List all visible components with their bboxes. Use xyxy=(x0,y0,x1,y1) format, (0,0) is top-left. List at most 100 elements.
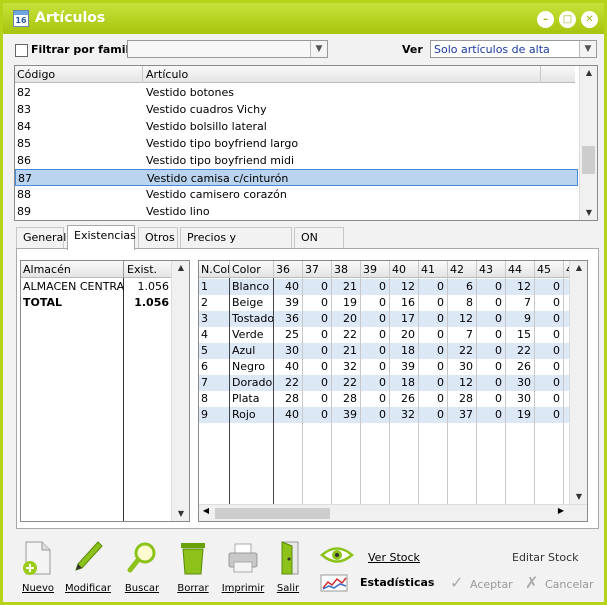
warehouse-vertical-scrollbar[interactable]: ▲ ▼ xyxy=(171,261,189,521)
table-row[interactable]: 1Blanco400210120601200 xyxy=(199,279,571,295)
stock-vertical-scrollbar[interactable]: ▲ ▼ xyxy=(569,261,587,504)
column-header-45[interactable]: 45 xyxy=(537,263,551,276)
chevron-down-icon[interactable]: ▼ xyxy=(579,41,596,57)
tab-otros[interactable]: Otros xyxy=(138,227,178,249)
stock-by-size-table[interactable]: N.ColColor36373839404142434445461Blanco4… xyxy=(198,260,588,522)
close-button[interactable]: ✕ xyxy=(581,11,598,28)
column-header-codigo[interactable]: Código xyxy=(17,68,55,81)
scroll-right-icon[interactable]: ▶ xyxy=(554,506,568,515)
table-row[interactable]: 4Verde250220200701500 xyxy=(199,327,571,343)
column-header-38[interactable]: 38 xyxy=(334,263,348,276)
borrar-button[interactable]: Borrar xyxy=(169,536,217,602)
table-row[interactable]: 82 Vestido botones xyxy=(15,84,578,101)
tab-existencias[interactable]: Existencias xyxy=(67,225,136,250)
table-row[interactable]: 2Beige39019016080700 xyxy=(199,295,571,311)
column-header-ncol[interactable]: N.Col xyxy=(201,263,230,276)
table-row[interactable]: 84 Vestido bolsillo lateral xyxy=(15,118,578,135)
chart-icon[interactable] xyxy=(320,574,348,592)
family-select[interactable]: ▼ xyxy=(127,40,328,58)
table-row[interactable]: 8Plata2802802602803000 xyxy=(199,391,571,407)
column-header-almacen[interactable]: Almacén xyxy=(23,263,71,276)
size-stock-cell: 0 xyxy=(495,360,502,373)
article-code: 86 xyxy=(17,154,31,167)
warehouse-table[interactable]: Almacén Exist. ALMACEN CENTRA 1.056 TOTAL 1… xyxy=(20,260,190,522)
view-select[interactable]: Solo artículos de alta ▼ xyxy=(430,40,597,58)
stock-table-header: N.ColColor3637383940414243444546 xyxy=(199,261,571,278)
column-header-37[interactable]: 37 xyxy=(305,263,319,276)
table-row[interactable]: 86 Vestido tipo boyfriend midi xyxy=(15,152,578,169)
table-row[interactable]: 5Azul3002101802202200 xyxy=(199,343,571,359)
stock-horizontal-scrollbar[interactable]: ◀ ▶ xyxy=(199,504,587,521)
nuevo-button[interactable]: Nuevo xyxy=(14,536,62,602)
estadisticas-link[interactable]: Estadísticas xyxy=(360,576,434,589)
table-row[interactable]: 89 Vestido lino xyxy=(15,203,578,220)
color-number: 7 xyxy=(201,376,208,389)
articles-vertical-scrollbar[interactable]: ▲ ▼ xyxy=(579,66,597,220)
column-header-articulo[interactable]: Artículo xyxy=(146,68,188,81)
table-row[interactable]: 7Dorado2202201801203000 xyxy=(199,375,571,391)
table-row[interactable]: 3Tostado360200170120900 xyxy=(199,311,571,327)
tab-online[interactable]: ON LINE xyxy=(294,227,344,264)
size-stock-cell: 39 xyxy=(285,296,299,309)
column-header-44[interactable]: 44 xyxy=(508,263,522,276)
table-row[interactable]: 87 Vestido camisa c/cinturón xyxy=(15,169,578,186)
buscar-button[interactable]: Buscar xyxy=(118,536,166,602)
scroll-up-icon[interactable]: ▲ xyxy=(580,66,598,80)
color-number: 6 xyxy=(201,360,208,373)
scroll-up-icon[interactable]: ▲ xyxy=(570,261,587,275)
table-row[interactable]: 83 Vestido cuadros Vichy xyxy=(15,101,578,118)
size-stock-cell: 21 xyxy=(343,344,357,357)
size-stock-cell: 37 xyxy=(459,408,473,421)
minimize-button[interactable]: – xyxy=(537,11,554,28)
size-stock-cell: 40 xyxy=(285,280,299,293)
scroll-down-icon[interactable]: ▼ xyxy=(172,507,190,521)
table-row[interactable]: TOTAL 1.056 xyxy=(21,295,171,311)
table-row[interactable]: 6Negro4003203903002600 xyxy=(199,359,571,375)
column-header-43[interactable]: 43 xyxy=(479,263,493,276)
filter-family-label: Filtrar por familia xyxy=(31,43,141,56)
column-header-41[interactable]: 41 xyxy=(421,263,435,276)
horizontal-scroll-thumb[interactable] xyxy=(215,508,330,519)
size-stock-cell: 32 xyxy=(343,360,357,373)
filter-family-checkbox[interactable] xyxy=(15,44,28,57)
column-header-color[interactable]: Color xyxy=(232,263,261,276)
column-header-36[interactable]: 36 xyxy=(276,263,290,276)
scroll-up-icon[interactable]: ▲ xyxy=(172,261,190,275)
size-stock-cell: 0 xyxy=(379,360,386,373)
tab-general[interactable]: General xyxy=(16,227,66,249)
scroll-down-icon[interactable]: ▼ xyxy=(570,490,587,504)
chevron-down-icon[interactable]: ▼ xyxy=(310,41,327,57)
size-stock-cell: 28 xyxy=(459,392,473,405)
ver-stock-link[interactable]: Ver Stock xyxy=(368,551,420,564)
scroll-left-icon[interactable]: ◀ xyxy=(199,506,213,515)
scroll-thumb[interactable] xyxy=(582,146,595,174)
eye-icon[interactable] xyxy=(320,544,354,566)
color-name: Verde xyxy=(232,328,264,341)
size-stock-cell: 20 xyxy=(343,312,357,325)
article-name: Vestido cuadros Vichy xyxy=(146,103,267,116)
salir-button[interactable]: Salir xyxy=(264,536,312,602)
title-bar[interactable]: 16 Artículos – □ ✕ xyxy=(3,3,604,34)
tab-precios-ubicacion[interactable]: Precios y ubicación xyxy=(180,227,292,264)
view-select-value: Solo artículos de alta xyxy=(434,43,550,56)
table-row[interactable]: 9Rojo4003903203701900 xyxy=(199,407,571,423)
size-stock-cell: 0 xyxy=(321,344,328,357)
scroll-down-icon[interactable]: ▼ xyxy=(580,206,598,220)
size-stock-cell: 0 xyxy=(321,392,328,405)
column-header-40[interactable]: 40 xyxy=(392,263,406,276)
editar-stock-link[interactable]: Editar Stock xyxy=(512,551,579,564)
modificar-button[interactable]: Modificar xyxy=(64,536,112,602)
size-stock-cell: 21 xyxy=(343,280,357,293)
color-name: Blanco xyxy=(232,280,270,293)
size-stock-cell: 7 xyxy=(466,328,473,341)
column-header-42[interactable]: 42 xyxy=(450,263,464,276)
articles-table[interactable]: Código Artículo 82 Vestido botones 83 Vesti… xyxy=(14,65,598,221)
column-header-exist[interactable]: Exist. xyxy=(127,263,157,276)
table-row[interactable]: ALMACEN CENTRA 1.056 xyxy=(21,279,171,295)
table-row[interactable]: 85 Vestido tipo boyfriend largo xyxy=(15,135,578,152)
maximize-button[interactable]: □ xyxy=(559,11,576,28)
table-row[interactable]: 88 Vestido camisero corazón xyxy=(15,186,578,203)
column-header-39[interactable]: 39 xyxy=(363,263,377,276)
size-stock-cell: 0 xyxy=(321,280,328,293)
size-stock-cell: 0 xyxy=(495,296,502,309)
